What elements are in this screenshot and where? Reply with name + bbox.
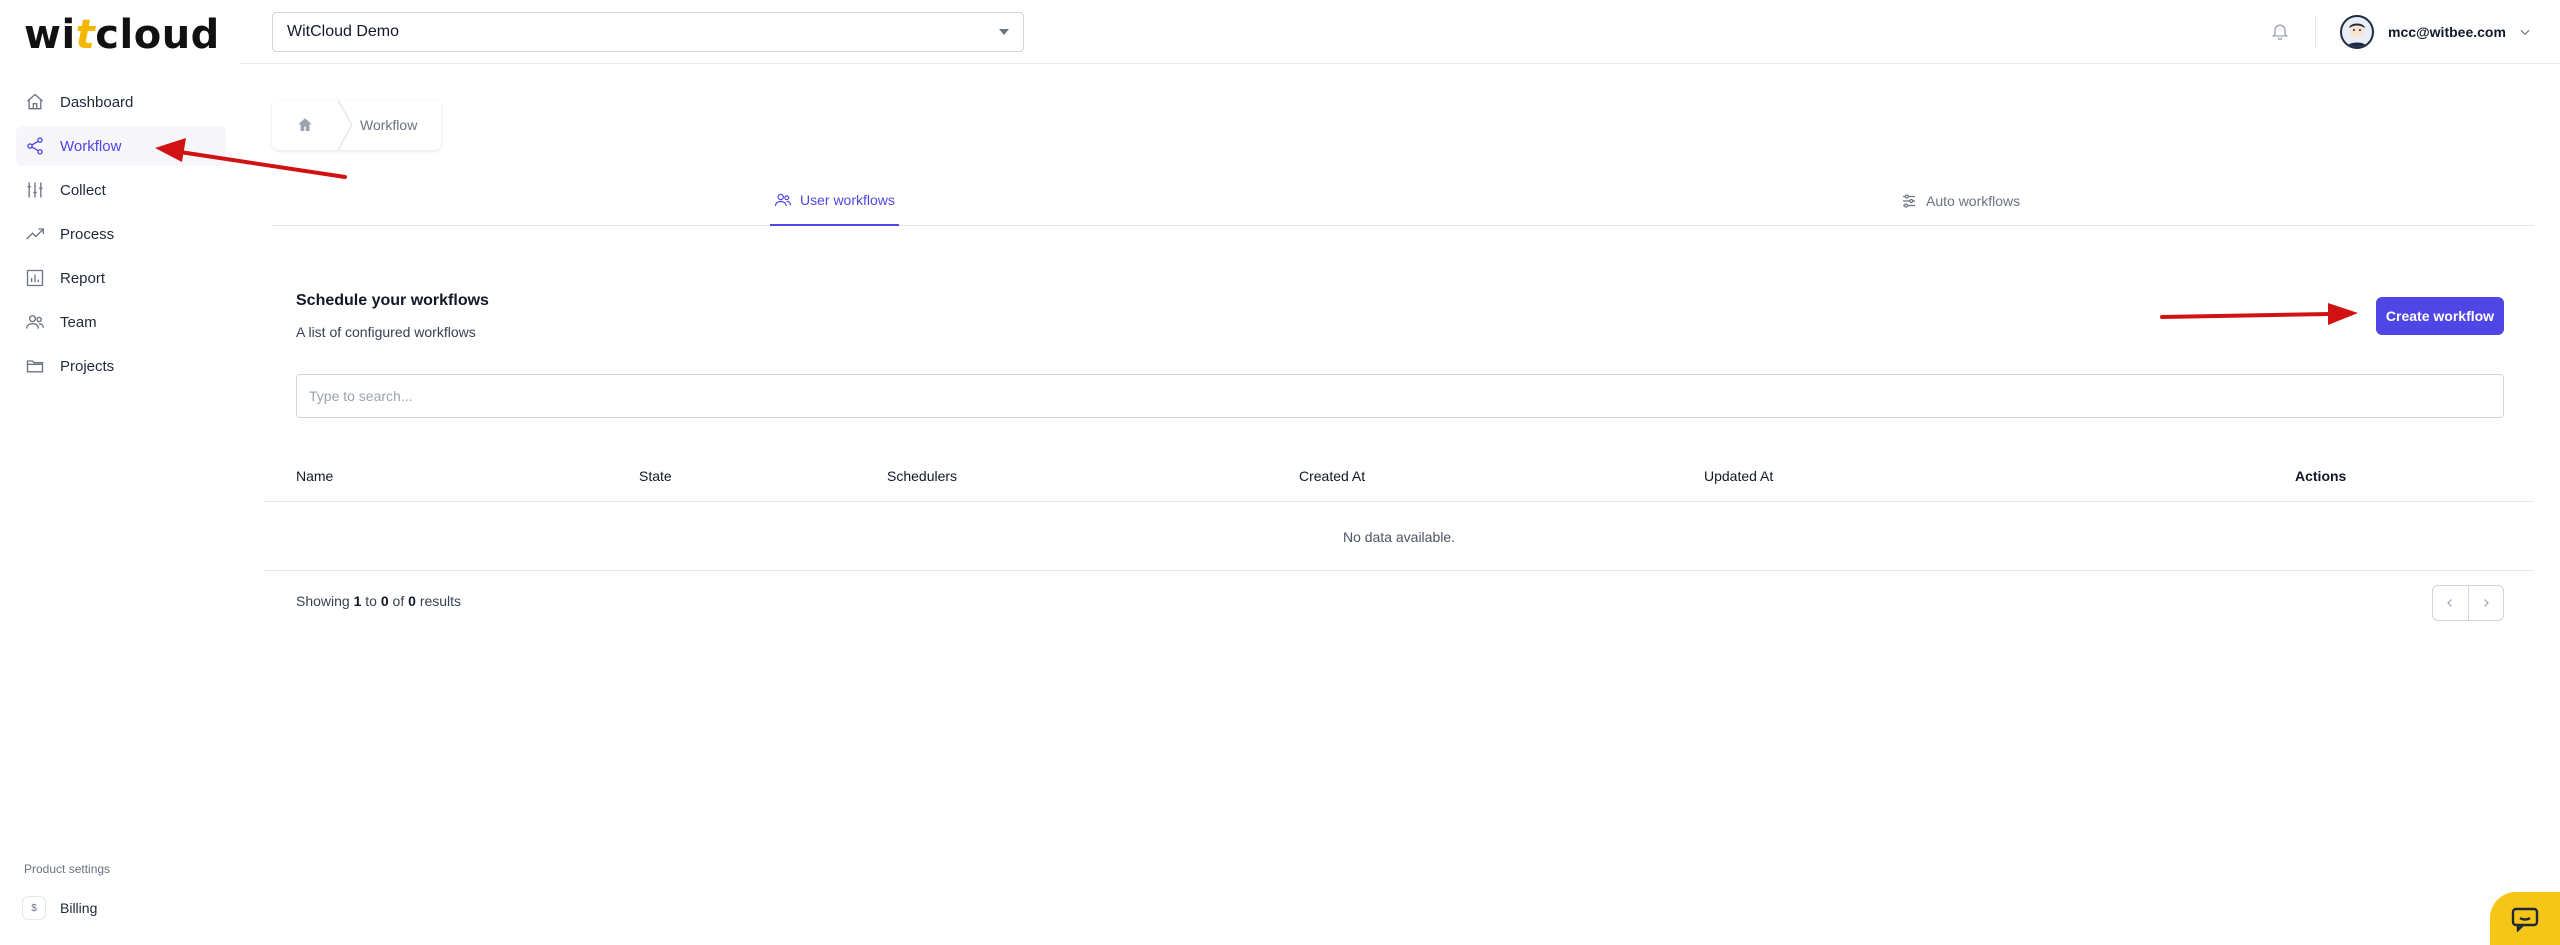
breadcrumb-separator xyxy=(338,100,352,150)
column-header-schedulers[interactable]: Schedulers xyxy=(887,468,957,484)
home-icon xyxy=(24,91,46,113)
column-header-name[interactable]: Name xyxy=(296,468,333,484)
sidebar-item-label: Dashboard xyxy=(60,93,134,111)
sidebar-item-label: Team xyxy=(60,313,97,331)
search-input[interactable] xyxy=(296,374,2504,418)
sidebar-item-team[interactable]: Team xyxy=(16,302,226,342)
avatar xyxy=(2340,15,2374,49)
pagination-summary: Showing 1 to 0 of 0 results xyxy=(296,593,462,609)
sidebar-item-label: Projects xyxy=(60,357,115,375)
caret-down-icon xyxy=(999,29,1009,35)
section-subtitle: A list of configured workflows xyxy=(296,324,476,340)
create-workflow-button[interactable]: Create workflow xyxy=(2376,297,2504,335)
chevron-right-icon xyxy=(2484,599,2489,607)
chart-icon xyxy=(24,267,46,289)
next-page-button[interactable] xyxy=(2467,586,2503,620)
column-header-updated-at[interactable]: Updated At xyxy=(1704,468,1773,484)
sidebar-nav: Dashboard Workflow Collect Process Repor… xyxy=(16,82,226,390)
home-icon[interactable] xyxy=(272,100,338,150)
project-select-value: WitCloud Demo xyxy=(287,23,400,40)
prev-page-button[interactable] xyxy=(2433,586,2468,620)
breadcrumb: Workflow xyxy=(272,100,442,150)
users-icon xyxy=(24,311,46,333)
header-divider xyxy=(2315,16,2316,48)
witcloud-logo[interactable]: witcloud xyxy=(24,12,220,58)
annotation-arrow-create xyxy=(2160,303,2358,325)
pagination-controls xyxy=(2432,585,2504,621)
table-header: Name State Schedulers Created At Updated… xyxy=(264,454,2534,502)
chevron-left-icon xyxy=(2447,599,2453,607)
sidebar-item-report[interactable]: Report xyxy=(16,258,226,298)
bell-icon[interactable] xyxy=(2270,20,2294,44)
project-select[interactable]: WitCloud Demo xyxy=(272,12,1024,52)
column-header-created-at[interactable]: Created At xyxy=(1299,468,1365,484)
dollar-icon: $ xyxy=(22,896,46,920)
sidebar: witcloud Dashboard Workflow Collect Proc… xyxy=(0,0,240,945)
sidebar-item-label: Process xyxy=(60,225,115,243)
sidebar-item-dashboard[interactable]: Dashboard xyxy=(16,82,226,122)
sidebar-item-collect[interactable]: Collect xyxy=(16,170,226,210)
tab-auto-workflows[interactable]: Auto workflows xyxy=(1900,176,2020,226)
users-icon xyxy=(774,191,792,209)
chat-widget-button[interactable] xyxy=(2490,892,2560,945)
tab-label: User workflows xyxy=(800,192,895,208)
user-email: mcc@witbee.com xyxy=(2388,24,2506,40)
section-title: Schedule your workflows xyxy=(296,292,489,309)
user-menu[interactable]: mcc@witbee.com xyxy=(2340,15,2532,49)
sidebar-item-label: Collect xyxy=(60,181,106,199)
sidebar-item-label: Report xyxy=(60,269,106,287)
workflow-tabs: User workflows Auto workflows xyxy=(272,176,2534,226)
tab-label: Auto workflows xyxy=(1926,193,2021,209)
column-header-state[interactable]: State xyxy=(639,468,672,484)
column-header-actions: Actions xyxy=(2295,468,2347,484)
table-empty-state: No data available. xyxy=(264,503,2534,571)
share-icon xyxy=(24,135,46,157)
sidebar-item-billing[interactable]: $ Billing xyxy=(22,896,97,920)
sidebar-item-process[interactable]: Process xyxy=(16,214,226,254)
sidebar-item-workflow[interactable]: Workflow xyxy=(16,126,226,166)
breadcrumb-current: Workflow xyxy=(360,117,418,133)
top-header: WitCloud Demo mcc@witbee.com xyxy=(240,0,2560,64)
sidebar-item-label: Billing xyxy=(60,900,98,916)
product-settings-heading: Product settings xyxy=(24,862,111,876)
sliders-icon xyxy=(24,179,46,201)
tab-user-workflows[interactable]: User workflows xyxy=(770,176,899,226)
sidebar-item-label: Workflow xyxy=(60,137,122,155)
sidebar-item-projects[interactable]: Projects xyxy=(16,346,226,386)
folder-icon xyxy=(24,355,46,377)
chevron-down-icon xyxy=(2518,25,2532,39)
adjustments-icon xyxy=(1900,192,1918,210)
chat-icon xyxy=(2511,907,2539,932)
trending-icon xyxy=(24,223,46,245)
